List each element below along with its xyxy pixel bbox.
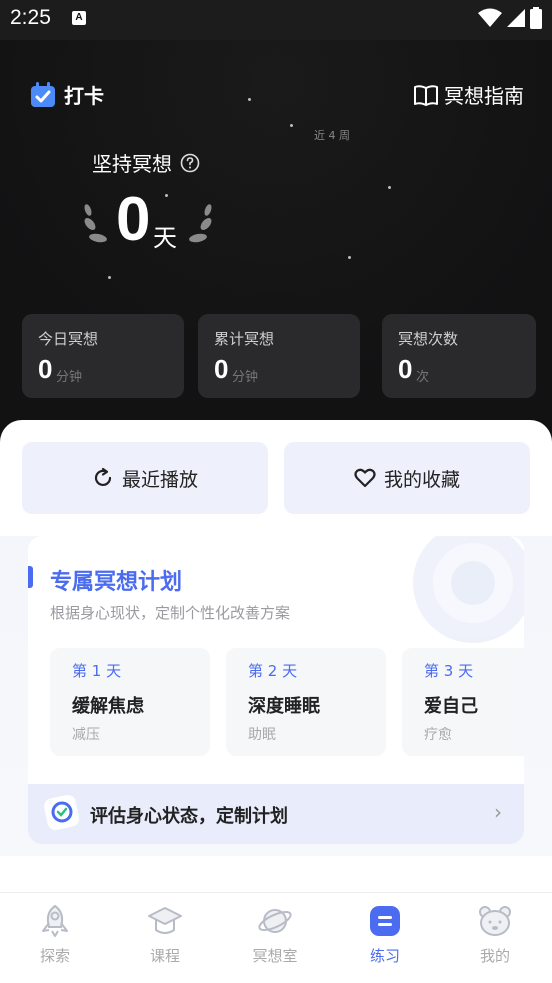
stat-card-count: 冥想次数 0 次: [382, 314, 536, 398]
guide-label: 冥想指南: [444, 84, 524, 108]
plan-day-tag: 助眠: [248, 727, 276, 743]
practice-icon: [370, 906, 400, 936]
plan-day-card[interactable]: 第 3 天 爱自己 疗愈: [402, 648, 524, 756]
rocket-icon: [42, 904, 68, 937]
plan-day-card[interactable]: 第 2 天 深度睡眠 助眠: [226, 648, 386, 756]
history-icon: [94, 467, 112, 487]
graduation-cap-icon: [148, 907, 182, 934]
notification-icon: A: [72, 11, 86, 25]
calendar-check-icon: [31, 81, 55, 107]
plan-day-tag: 减压: [72, 727, 100, 743]
plan-title-accent: [28, 566, 33, 588]
tab-courses[interactable]: 课程: [110, 893, 220, 983]
stat-title: 今日冥想: [38, 330, 99, 348]
status-time: 2:25: [10, 6, 51, 29]
laurel-left-icon: [84, 204, 107, 243]
plan-day-label: 第 3 天: [424, 662, 474, 680]
bottom-tab-bar: 探索 课程 冥想室 练习 我的: [0, 892, 552, 983]
battery-icon: [530, 7, 542, 29]
tab-label: 我的: [479, 947, 510, 965]
target-decoration-icon: [413, 536, 524, 643]
help-icon[interactable]: [180, 153, 200, 173]
planet-icon: [258, 909, 292, 933]
stat-title: 累计冥想: [214, 330, 275, 348]
stat-card-today: 今日冥想 0 分钟: [22, 314, 184, 398]
assess-label: 评估身心状态，定制计划: [90, 806, 288, 827]
status-bar: 2:25 A: [0, 0, 552, 40]
checkin-label: 打卡: [64, 84, 104, 108]
bear-icon: [479, 906, 511, 936]
tab-label: 冥想室: [252, 947, 298, 965]
status-icons: [478, 7, 542, 29]
favorites-button[interactable]: 我的收藏: [284, 442, 530, 514]
stat-unit: 次: [416, 370, 430, 385]
tab-explore[interactable]: 探索: [0, 893, 110, 983]
stat-card-total: 累计冥想 0 分钟: [198, 314, 360, 398]
heart-icon: [354, 468, 376, 488]
plan-day-title: 缓解焦虑: [72, 696, 144, 717]
book-icon: [414, 84, 438, 106]
checkin-button[interactable]: 打卡: [30, 80, 104, 109]
tab-practice[interactable]: 练习: [330, 893, 440, 983]
tab-label: 课程: [149, 947, 180, 965]
assessment-icon: [44, 794, 80, 830]
recent-play-button[interactable]: 最近播放: [22, 442, 268, 514]
persist-label: 坚持冥想: [92, 152, 172, 176]
plan-day-label: 第 2 天: [248, 662, 298, 680]
stat-value: 0: [398, 354, 413, 384]
stat-value: 0: [38, 354, 53, 384]
recent-weeks-label: 近 4 周: [314, 129, 350, 142]
stat-title: 冥想次数: [398, 330, 459, 348]
streak-days-value: 0: [116, 185, 151, 254]
recent-play-label: 最近播放: [121, 468, 198, 491]
plan-day-card[interactable]: 第 1 天 缓解焦虑 减压: [50, 648, 210, 756]
wifi-icon: [478, 8, 502, 27]
stat-unit: 分钟: [232, 370, 259, 385]
meditation-guide-button[interactable]: 冥想指南: [414, 80, 524, 109]
meditation-plan-card: 专属冥想计划 根据身心现状，定制个性化改善方案 第 1 天 缓解焦虑 减压 第 …: [28, 536, 524, 844]
tab-label: 练习: [369, 947, 400, 965]
favorites-label: 我的收藏: [383, 468, 460, 491]
tab-meditation-room[interactable]: 冥想室: [220, 893, 330, 983]
plan-day-title: 深度睡眠: [248, 696, 320, 717]
plan-day-tag: 疗愈: [424, 727, 452, 743]
stat-unit: 分钟: [56, 370, 83, 385]
tab-profile[interactable]: 我的: [440, 893, 550, 983]
plan-subtitle: 根据身心现状，定制个性化改善方案: [50, 604, 291, 622]
assess-plan-button[interactable]: 评估身心状态，定制计划 ›: [28, 784, 524, 844]
signal-icon: [507, 9, 525, 27]
persist-header: 坚持冥想: [92, 148, 200, 177]
stat-value: 0: [214, 354, 229, 384]
streak-days-unit: 天: [153, 224, 177, 252]
plan-day-label: 第 1 天: [72, 662, 122, 680]
tab-label: 探索: [39, 947, 70, 965]
plan-title: 专属冥想计划: [50, 570, 183, 595]
streak-days: 0 天: [78, 184, 218, 264]
chevron-right-icon: ›: [494, 800, 502, 824]
laurel-right-icon: [189, 204, 212, 243]
plan-day-title: 爱自己: [424, 696, 478, 717]
